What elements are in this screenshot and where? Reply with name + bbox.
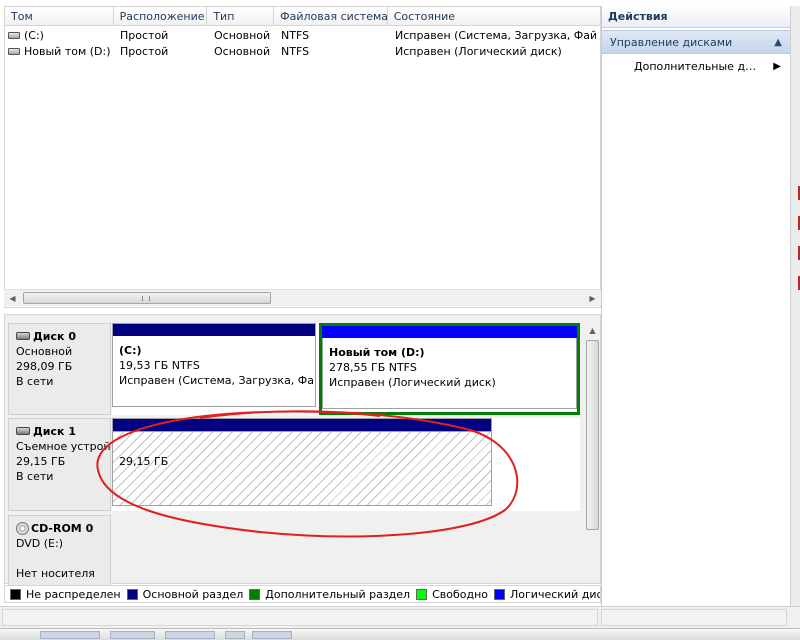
- partition-d-bar: [322, 326, 577, 338]
- drive-icon: [8, 47, 20, 55]
- hard-disk-icon: [16, 332, 30, 340]
- taskbar-button[interactable]: [252, 631, 292, 639]
- disk-type: Основной: [16, 345, 73, 358]
- taskbar-button[interactable]: [165, 631, 215, 639]
- column-header-volume[interactable]: Том: [5, 7, 114, 26]
- partition-size: 29,15 ГБ: [119, 455, 169, 468]
- status-bar: [0, 606, 800, 628]
- horizontal-scrollbar[interactable]: ◀ ▶: [4, 289, 601, 306]
- partition-c[interactable]: (C:) 19,53 ГБ NTFS Исправен (Система, За…: [112, 323, 316, 407]
- partition-c-bar: [113, 324, 315, 336]
- legend: Не распределен Основной раздел Дополните…: [4, 585, 601, 603]
- legend-swatch: [249, 588, 261, 600]
- volume-layout: Простой: [120, 29, 169, 42]
- status-segment: [2, 609, 598, 626]
- disk-state: В сети: [16, 470, 54, 483]
- vertical-scroll-thumb[interactable]: [586, 340, 599, 530]
- disk-0-partitions: (C:) 19,53 ГБ NTFS Исправен (Система, За…: [112, 323, 580, 415]
- left-pane: Том Расположение Тип Файловая система Со…: [0, 0, 601, 606]
- volume-list-header: Том Расположение Тип Файловая система Со…: [5, 7, 600, 26]
- status-segment: [601, 609, 787, 626]
- more-actions-item[interactable]: Дополнительные действия ▶: [602, 56, 790, 78]
- actions-title: Действия: [602, 6, 790, 28]
- legend-swatch: [10, 588, 21, 600]
- partition-d[interactable]: Новый том (D:) 278,55 ГБ NTFS Исправен (…: [319, 323, 580, 415]
- cd-rom-icon: [16, 521, 29, 535]
- taskbar: [0, 628, 800, 640]
- submenu-arrow-icon: ▶: [773, 61, 781, 72]
- actions-pane: Действия Управление дисками ▲ Дополнител…: [601, 6, 790, 606]
- disk-1-info[interactable]: Диск 1 Съемное устройство 29,15 ГБ В сет…: [8, 418, 111, 511]
- disk-name: CD-ROM 0: [31, 522, 94, 535]
- table-row[interactable]: (C:) Простой Основной NTFS Исправен (Сис…: [5, 28, 600, 44]
- volume-filesystem: NTFS: [281, 45, 310, 58]
- disk-graphical-view: Диск 0 Основной 298,09 ГБ В сети (C:) 19…: [4, 314, 601, 585]
- background-window-edge: [790, 6, 800, 606]
- disk-1-partitions: 29,15 ГБ: [112, 418, 580, 511]
- legend-item-extended: Дополнительный раздел: [249, 588, 410, 601]
- column-header-layout[interactable]: Расположение: [114, 7, 208, 26]
- volume-layout: Простой: [120, 45, 169, 58]
- horizontal-scroll-thumb[interactable]: [23, 292, 271, 304]
- volume-type: Основной: [214, 45, 271, 58]
- taskbar-button[interactable]: [110, 631, 155, 639]
- disk-type: Съемное устройство: [16, 440, 110, 453]
- taskbar-button[interactable]: [40, 631, 100, 639]
- legend-swatch: [416, 588, 428, 600]
- partition-size: 278,55 ГБ NTFS: [329, 361, 417, 374]
- disk-size: 298,09 ГБ: [16, 360, 73, 373]
- volume-filesystem: NTFS: [281, 29, 310, 42]
- more-actions-label: Дополнительные действия: [634, 60, 759, 73]
- column-header-type[interactable]: Тип: [207, 7, 275, 26]
- drive-icon: [8, 31, 20, 39]
- disk-state: Нет носителя: [16, 567, 95, 580]
- partition-status: Исправен (Логический диск): [329, 376, 496, 389]
- disk-0-info[interactable]: Диск 0 Основной 298,09 ГБ В сети: [8, 323, 111, 415]
- removable-disk-icon: [16, 427, 30, 435]
- action-group-disk-management[interactable]: Управление дисками ▲: [602, 30, 790, 54]
- volume-status: Исправен (Логический диск): [395, 45, 562, 58]
- disk-name: Диск 0: [33, 330, 76, 343]
- partition-disk1[interactable]: 29,15 ГБ: [112, 418, 492, 506]
- legend-item-free: Свободно: [416, 588, 488, 601]
- volume-name: (C:): [24, 29, 44, 42]
- partition-status: Исправен (Система, Загрузка, Файл подкач…: [119, 374, 315, 387]
- volume-list: Том Расположение Тип Файловая система Со…: [4, 6, 601, 308]
- table-row[interactable]: Новый том (D:) Простой Основной NTFS Исп…: [5, 44, 600, 60]
- legend-item-logical: Логический диск: [494, 588, 600, 601]
- legend-item-unallocated: Не распределен: [10, 588, 121, 601]
- action-group-label: Управление дисками: [610, 36, 733, 49]
- cdrom-0-info[interactable]: CD-ROM 0 DVD (E:) Нет носителя: [8, 515, 111, 585]
- collapse-up-icon[interactable]: ▲: [774, 31, 782, 55]
- column-header-filesystem[interactable]: Файловая система: [274, 7, 388, 26]
- volume-type: Основной: [214, 29, 271, 42]
- partition-disk1-bar: [113, 419, 491, 431]
- disk-type: DVD (E:): [16, 537, 64, 550]
- scroll-up-arrow-icon[interactable]: ▲: [585, 323, 600, 338]
- legend-swatch: [126, 588, 138, 600]
- volume-name: Новый том (D:): [24, 45, 111, 58]
- scroll-right-arrow-icon[interactable]: ▶: [584, 290, 601, 307]
- partition-size: 19,53 ГБ NTFS: [119, 359, 200, 372]
- taskbar-button[interactable]: [225, 631, 245, 639]
- partition-title: Новый том (D:): [329, 346, 425, 359]
- disk-size: 29,15 ГБ: [16, 455, 66, 468]
- scroll-left-arrow-icon[interactable]: ◀: [4, 290, 21, 307]
- disk-name: Диск 1: [33, 425, 76, 438]
- volume-status: Исправен (Система, Загрузка, Файл подкач…: [395, 29, 596, 42]
- column-header-status[interactable]: Состояние: [388, 7, 600, 26]
- disk-state: В сети: [16, 375, 54, 388]
- legend-item-primary: Основной раздел: [126, 588, 243, 601]
- legend-swatch: [494, 588, 506, 600]
- vertical-scrollbar[interactable]: ▲: [585, 323, 600, 583]
- partition-title: (C:): [119, 344, 142, 357]
